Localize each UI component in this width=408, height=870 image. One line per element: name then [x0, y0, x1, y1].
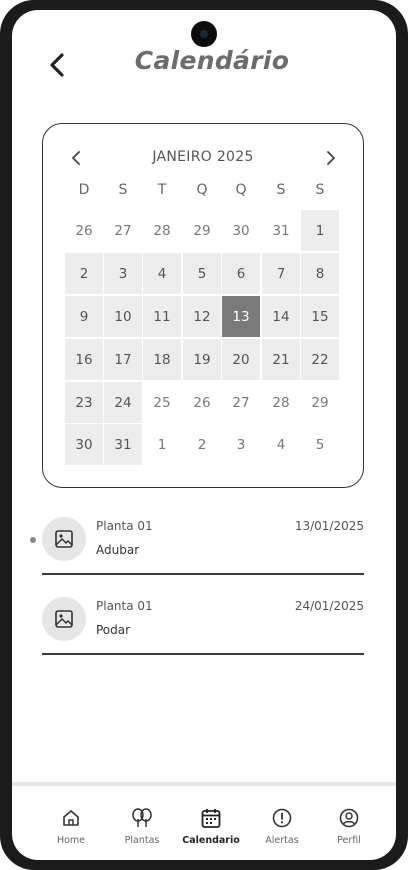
nav-label: Plantas: [124, 835, 160, 846]
weekday-label: S: [315, 182, 325, 198]
image-icon: [55, 610, 73, 628]
plant-avatar: [42, 517, 86, 561]
calendar-day[interactable]: 26: [65, 210, 103, 251]
calendar-day[interactable]: 5: [183, 253, 221, 294]
calendar-day[interactable]: 28: [262, 382, 300, 423]
image-icon: [55, 530, 73, 548]
calendar-day[interactable]: 5: [301, 424, 339, 465]
calendar-day[interactable]: 19: [183, 339, 221, 380]
chevron-left-icon: [72, 151, 80, 165]
calendar-day[interactable]: 29: [301, 382, 339, 423]
next-month-button[interactable]: [321, 148, 341, 168]
event-item[interactable]: Planta 01 13/01/2025 Adubar: [30, 517, 364, 575]
event-item[interactable]: Planta 01 24/01/2025 Podar: [42, 597, 364, 655]
alert-circle-icon: [271, 807, 293, 829]
plant-avatar: [42, 597, 86, 641]
nav-plantas[interactable]: Plantas: [107, 807, 177, 857]
user-circle-icon: [338, 807, 360, 829]
calendar-day[interactable]: 23: [65, 382, 103, 423]
calendar-day[interactable]: 30: [222, 210, 260, 251]
calendar-card: JANEIRO 2025 DSTQQSS 26 27 28 29 30 31 1 2 3 4 5 6 7…: [42, 123, 364, 488]
calendar-day[interactable]: 7: [262, 253, 300, 294]
weekday-label: Q: [196, 182, 208, 198]
calendar-day[interactable]: 3: [104, 253, 142, 294]
calendar-day[interactable]: 4: [262, 424, 300, 465]
calendar-day[interactable]: 22: [301, 339, 339, 380]
calendar-day[interactable]: 21: [262, 339, 300, 380]
calendar-day[interactable]: 9: [65, 296, 103, 337]
calendar-day[interactable]: 27: [104, 210, 142, 251]
calendar-day[interactable]: 4: [143, 253, 181, 294]
calendar-day[interactable]: 17: [104, 339, 142, 380]
page-title: Calendário: [134, 46, 290, 75]
chevron-right-icon: [327, 151, 335, 165]
calendar-day[interactable]: 14: [262, 296, 300, 337]
calendar-day[interactable]: 28: [143, 210, 181, 251]
nav-alertas[interactable]: Alertas: [247, 807, 317, 857]
calendar-day-selected[interactable]: 13: [222, 296, 260, 337]
weekday-label: S: [276, 182, 286, 198]
nav-label: Alertas: [265, 835, 299, 846]
calendar-day[interactable]: 15: [301, 296, 339, 337]
event-plant-name: Planta 01: [96, 519, 153, 533]
event-date: 24/01/2025: [294, 599, 364, 613]
nav-perfil[interactable]: Perfil: [314, 807, 384, 857]
calendar-day[interactable]: 12: [183, 296, 221, 337]
chevron-left-icon: [50, 53, 64, 77]
month-label: JANEIRO 2025: [152, 149, 254, 165]
calendar-icon: [200, 807, 222, 829]
nav-calendario[interactable]: Calendario: [176, 807, 246, 857]
trees-icon: [131, 807, 153, 829]
weekday-label: S: [118, 182, 128, 198]
event-task: Adubar: [96, 543, 140, 557]
nav-home[interactable]: Home: [36, 807, 106, 857]
bottom-nav-divider: [12, 782, 396, 786]
nav-label: Home: [56, 835, 86, 846]
back-button[interactable]: [42, 48, 72, 82]
nav-label: Calendario: [182, 835, 240, 846]
calendar-day[interactable]: 26: [183, 382, 221, 423]
calendar-day[interactable]: 31: [104, 424, 142, 465]
calendar-day[interactable]: 8: [301, 253, 339, 294]
calendar-day[interactable]: 11: [143, 296, 181, 337]
prev-month-button[interactable]: [66, 148, 86, 168]
event-date: 13/01/2025: [294, 519, 364, 533]
weekday-label: T: [157, 182, 167, 198]
calendar-day[interactable]: 30: [65, 424, 103, 465]
calendar-day[interactable]: 2: [65, 253, 103, 294]
nav-label: Perfil: [337, 835, 361, 846]
calendar-day[interactable]: 2: [183, 424, 221, 465]
weekday-label: Q: [235, 182, 247, 198]
calendar-day[interactable]: 10: [104, 296, 142, 337]
home-icon: [60, 807, 82, 829]
screen: Calendário JANEIRO 2025 DSTQQSS 26 27 28 29…: [12, 10, 396, 860]
calendar-day[interactable]: 3: [222, 424, 260, 465]
event-task: Podar: [96, 623, 131, 637]
event-plant-name: Planta 01: [96, 599, 153, 613]
calendar-day[interactable]: 16: [65, 339, 103, 380]
calendar-day[interactable]: 20: [222, 339, 260, 380]
calendar-day[interactable]: 31: [262, 210, 300, 251]
calendar-day[interactable]: 6: [222, 253, 260, 294]
calendar-day[interactable]: 18: [143, 339, 181, 380]
phone-frame: Calendário JANEIRO 2025 DSTQQSS 26 27 28 29…: [0, 0, 408, 870]
unread-dot: [30, 537, 36, 543]
weekday-label: D: [78, 182, 90, 198]
calendar-day[interactable]: 27: [222, 382, 260, 423]
calendar-day[interactable]: 24: [104, 382, 142, 423]
calendar-day[interactable]: 1: [301, 210, 339, 251]
front-camera: [191, 21, 217, 47]
calendar-day[interactable]: 29: [183, 210, 221, 251]
calendar-day[interactable]: 25: [143, 382, 181, 423]
calendar-day[interactable]: 1: [143, 424, 181, 465]
